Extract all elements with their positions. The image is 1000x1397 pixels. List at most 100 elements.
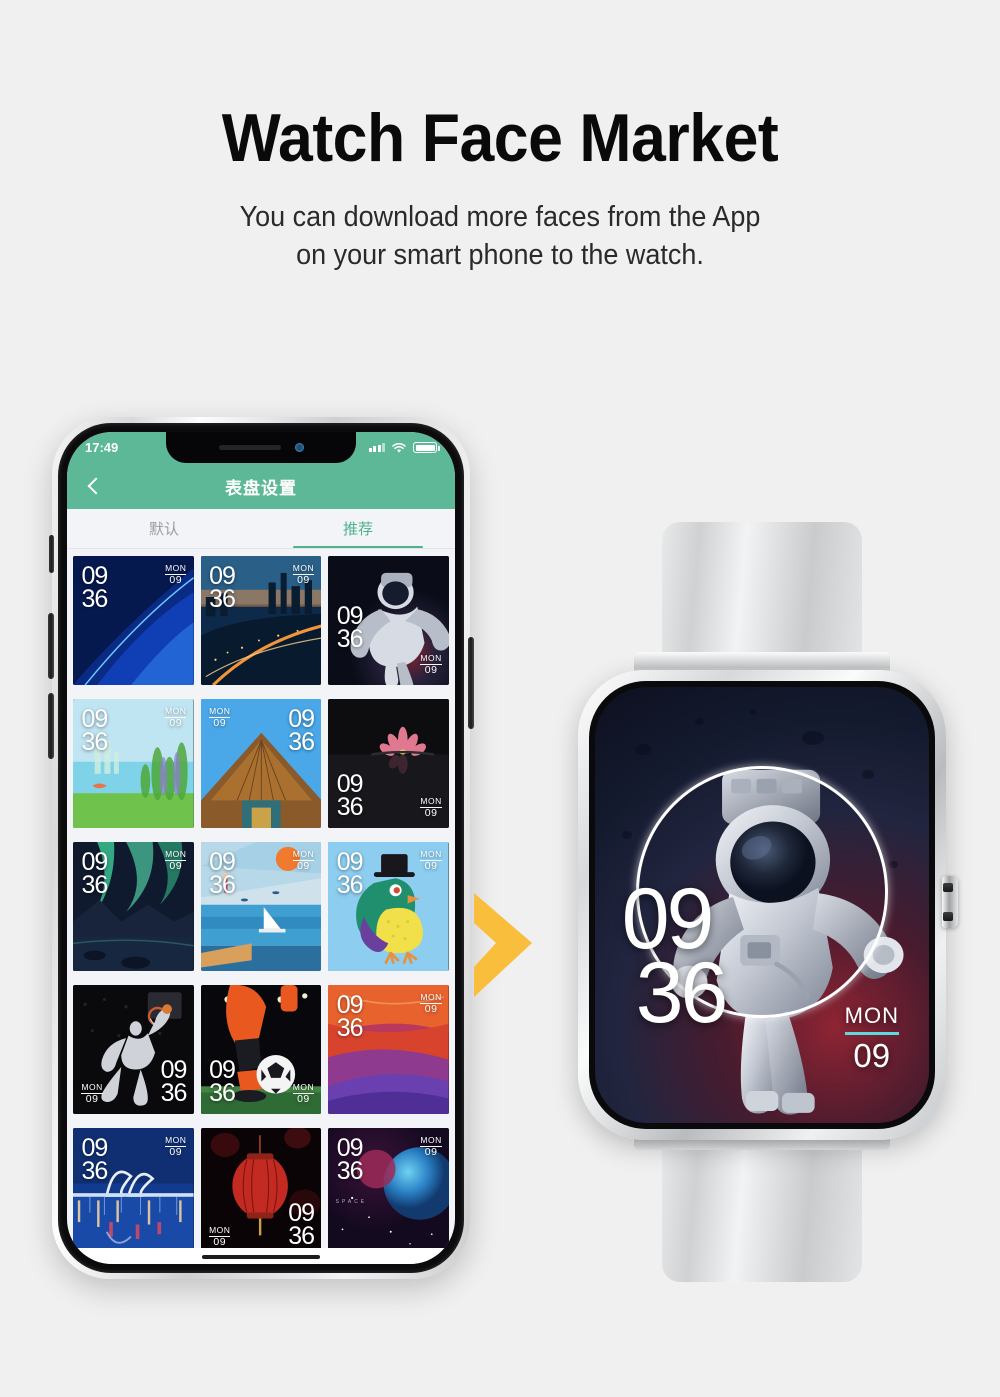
signal-dots-icon	[368, 443, 385, 452]
app-nav-bar: 表盘设置	[67, 463, 455, 509]
app-screen-title: 表盘设置	[225, 478, 297, 498]
tile-day-of-week: MON	[420, 796, 442, 807]
tile-minute: 36	[336, 871, 364, 900]
tile-date: MON 09	[165, 850, 187, 872]
tile-minute: 36	[81, 1157, 108, 1186]
tile-day-of-week: MON	[292, 563, 315, 574]
tile-time: 09 36	[336, 604, 364, 654]
phone-notch	[166, 432, 356, 463]
tile-day-of-week: MON	[292, 849, 315, 860]
tile-day-number: 09	[213, 717, 227, 730]
product-stage: 17:49 表盘设置 默认 推荐 09 36 MON 09 09 36 MON …	[0, 0, 1000, 1397]
watch-date-display: MON 09	[844, 1003, 899, 1075]
tile-date: MON 09	[209, 706, 231, 730]
watch-face-tile[interactable]: 09 36 MON 09	[328, 699, 449, 829]
tile-day-number: 09	[213, 1236, 227, 1249]
watch-face-tile[interactable]: 09 36 MON 09	[328, 985, 449, 1115]
phone-screen: 17:49 表盘设置 默认 推荐 09 36 MON 09 09 36 MON …	[67, 432, 455, 1264]
tile-day-of-week: MON	[165, 1135, 187, 1146]
tile-day-number: 09	[297, 1093, 310, 1106]
tile-day-of-week: MON	[81, 1082, 103, 1093]
tile-minute: 36	[336, 793, 364, 822]
tile-minute: 36	[288, 1222, 315, 1251]
tile-day-number: 09	[424, 1146, 438, 1159]
tile-day-of-week: MON	[420, 849, 442, 860]
tile-day-of-week: MON	[420, 1135, 442, 1146]
smartphone-mockup: 17:49 表盘设置 默认 推荐 09 36 MON 09 09 36 MON …	[48, 417, 474, 1279]
tile-minute: 36	[336, 1157, 364, 1186]
tile-time: 09 36	[336, 772, 364, 822]
tile-minute: 36	[81, 728, 108, 757]
watch-case: 09 36 MON 09	[578, 670, 958, 1140]
tab-default[interactable]: 默认	[67, 509, 261, 548]
tile-day-number: 09	[169, 574, 183, 587]
battery-full-icon	[413, 442, 440, 453]
tile-date: MON 09	[165, 1135, 187, 1158]
watch-face-tile[interactable]: 09 36 MON 09	[328, 842, 449, 972]
watch-face-tile[interactable]: 09 36 MON 09	[73, 699, 194, 829]
tile-minute: 36	[209, 585, 236, 614]
tile-date: MON 09	[165, 707, 187, 730]
watch-face-tile[interactable]: 09 36 MON 09	[200, 842, 322, 972]
watch-face-tile[interactable]: 09 36 MON 09	[73, 985, 194, 1115]
tile-day-of-week: MON	[209, 706, 231, 717]
watch-face-grid: 09 36 MON 09 09 36 MON 09 09 36 MON 09 0…	[67, 549, 455, 1264]
tile-time: 09 36	[336, 850, 364, 900]
watch-bezel: 09 36 MON 09	[589, 681, 935, 1129]
tile-time: 09 36	[81, 850, 108, 900]
tile-date: MON 09	[81, 1082, 103, 1105]
chevron-left-icon[interactable]	[83, 475, 105, 497]
watch-face-tile[interactable]: 09 36 MON 09	[73, 1128, 194, 1258]
tile-time: 09 36	[288, 1201, 315, 1251]
tile-day-number: 09	[297, 574, 310, 587]
tile-minute: 36	[209, 871, 236, 900]
watch-face-tile[interactable]: 09 36 MON 09	[200, 556, 322, 686]
tab-bar: 默认 推荐	[67, 509, 455, 549]
watch-day-of-week: MON	[844, 1003, 899, 1029]
status-bar-time: 17:49	[85, 440, 119, 455]
home-indicator[interactable]	[202, 1255, 320, 1259]
phone-volume-up-button[interactable]	[48, 613, 54, 679]
tile-time: 09 36	[81, 707, 108, 757]
status-bar-indicators	[368, 442, 440, 453]
tile-date: MON 09	[420, 653, 442, 677]
tile-minute: 36	[81, 871, 108, 900]
phone-bezel: 17:49 表盘设置 默认 推荐 09 36 MON 09 09 36 MON …	[58, 423, 464, 1273]
tile-minute: 36	[209, 1079, 236, 1108]
watch-face-tile[interactable]: 09 36 MON 09 SPACE	[328, 1128, 449, 1258]
tile-day-of-week: MON	[420, 653, 442, 664]
tile-date: MON 09	[165, 564, 187, 587]
tile-minute: 36	[288, 728, 315, 757]
watch-face-tile[interactable]: 09 36 MON 09	[200, 985, 322, 1115]
phone-power-button[interactable]	[468, 637, 474, 729]
tile-day-of-week: MON	[209, 1225, 231, 1236]
watch-face-tile[interactable]: 09 36 MON 09	[200, 1128, 322, 1258]
tile-time: 09 36	[209, 564, 236, 614]
watch-minute: 36	[635, 945, 729, 1042]
watch-face-tile[interactable]: 09 36 MON 09	[328, 556, 449, 686]
tile-day-number: 09	[169, 717, 183, 730]
tile-minute: 36	[336, 625, 364, 654]
tile-time: 09 36	[81, 1136, 108, 1186]
phone-volume-down-button[interactable]	[48, 693, 54, 759]
tile-date: MON 09	[420, 849, 442, 873]
tile-date: MON 09	[209, 1225, 231, 1249]
tile-time: 09 36	[81, 564, 108, 614]
watch-date-divider	[844, 1032, 899, 1036]
tile-day-number: 09	[424, 860, 438, 873]
tile-time: 09 36	[209, 1058, 236, 1108]
tile-day-number: 09	[424, 807, 438, 820]
tile-day-number: 09	[424, 664, 438, 677]
tile-date: MON 09	[420, 1135, 442, 1159]
watch-face-tile[interactable]: 09 36 MON 09	[73, 556, 194, 686]
phone-silent-switch[interactable]	[49, 535, 54, 573]
tab-recommended[interactable]: 推荐	[261, 509, 455, 548]
watch-face-tile[interactable]: 09 36 MON 09	[200, 699, 322, 829]
watch-crown-icon[interactable]	[942, 876, 958, 928]
watch-face-tile[interactable]: 09 36 MON 09	[73, 842, 194, 972]
chevron-right-arrow-icon	[470, 885, 538, 1005]
tile-time: 09 36	[288, 707, 315, 757]
tile-day-number: 09	[424, 1003, 438, 1016]
wifi-icon	[392, 442, 406, 453]
tile-minute: 36	[81, 585, 108, 614]
